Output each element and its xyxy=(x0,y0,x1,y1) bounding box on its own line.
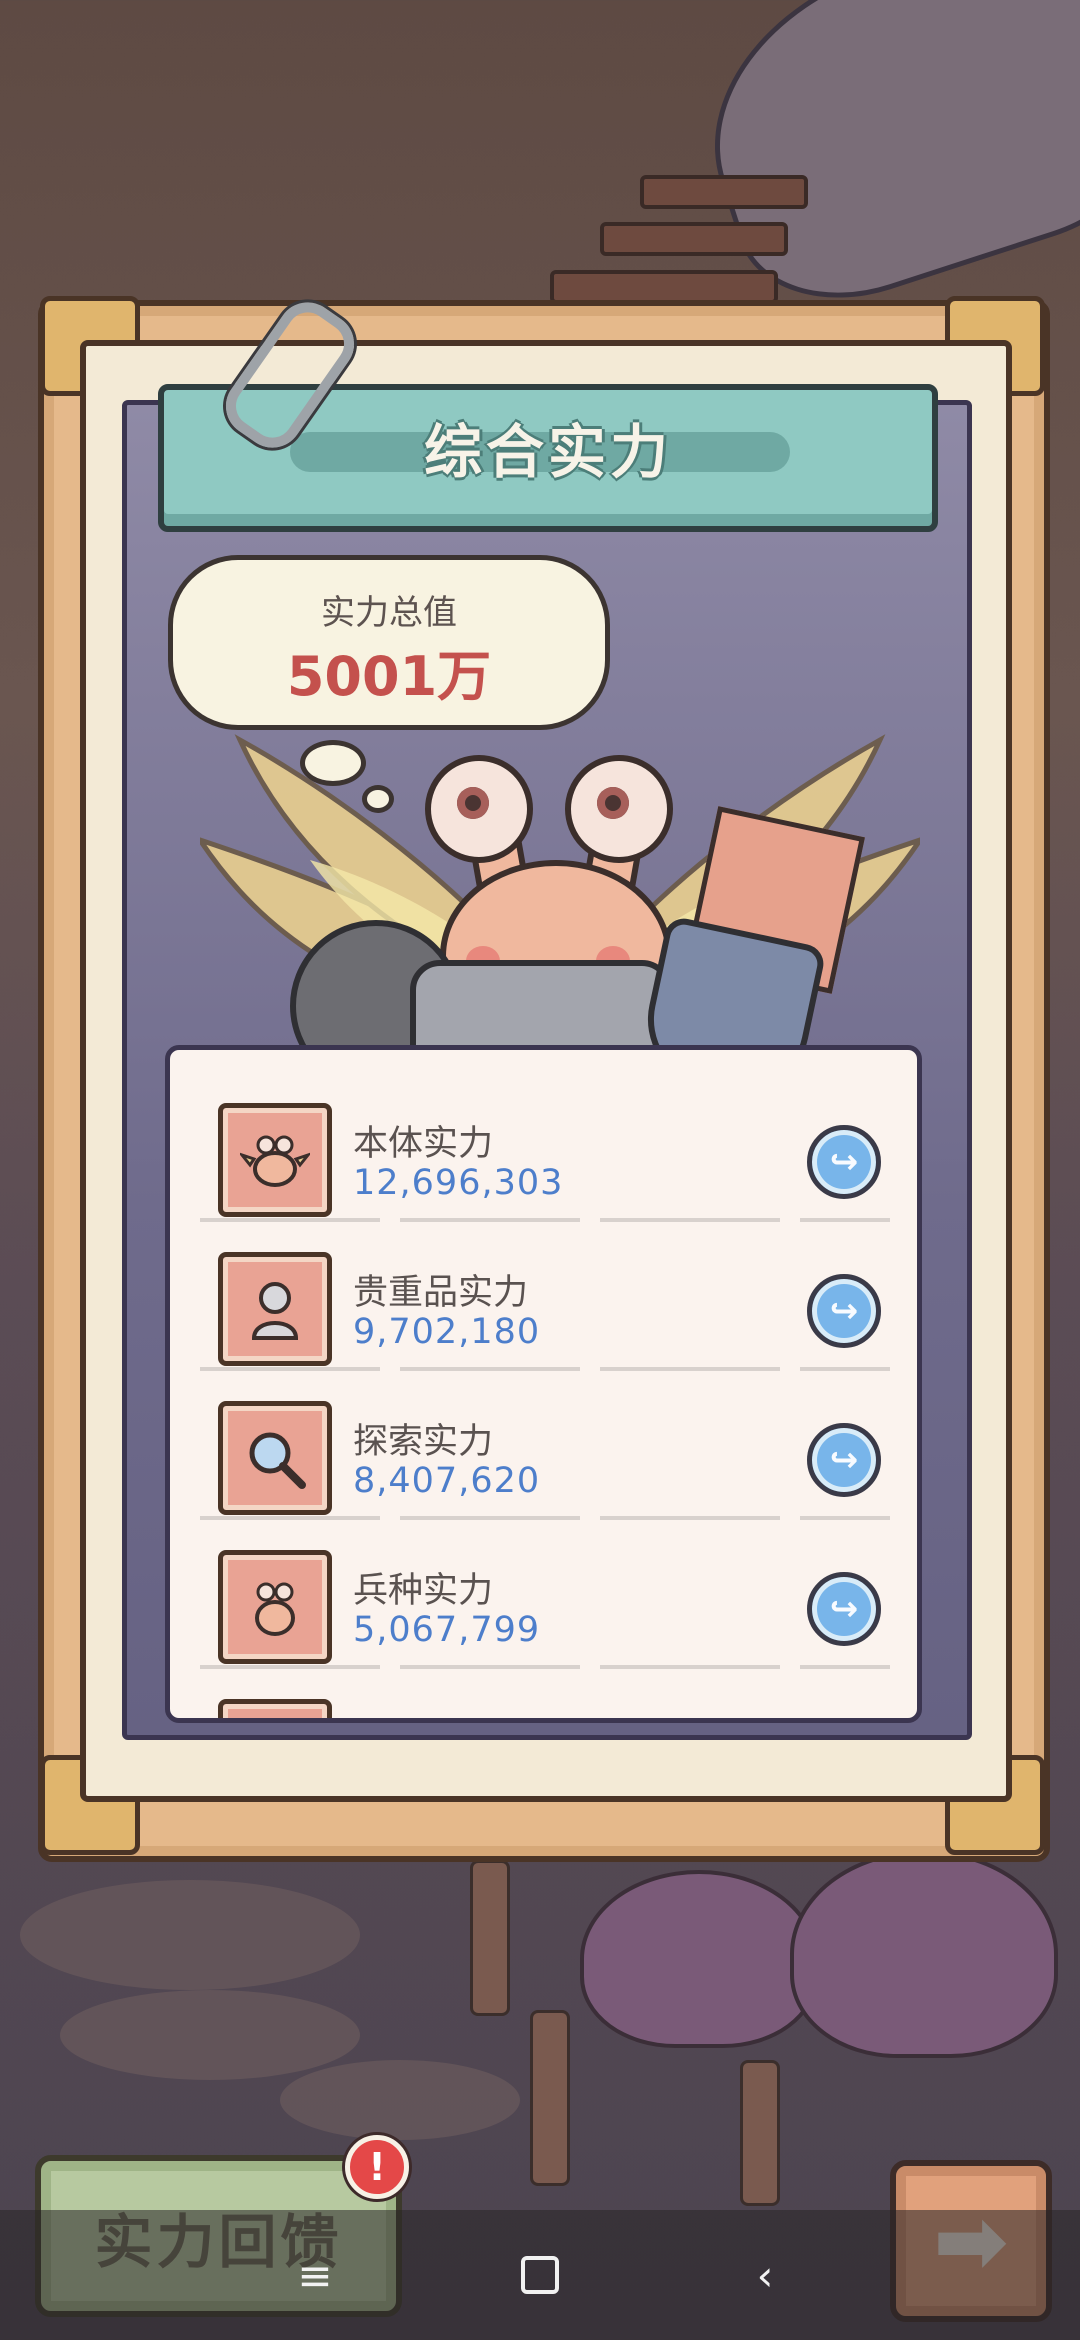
troop-snail-icon xyxy=(218,1550,332,1664)
thought-dot xyxy=(362,785,394,813)
menu-icon[interactable]: ≡ xyxy=(285,2245,345,2305)
snail-eye xyxy=(425,755,533,863)
home-square-icon[interactable] xyxy=(510,2245,570,2305)
stat-label: 兵种实力 xyxy=(353,1571,494,1611)
share-button[interactable]: ↪ xyxy=(807,1423,881,1497)
share-arrow-icon: ↪ xyxy=(829,1291,859,1331)
list-item: 兵种实力 5,067,799 ↪ xyxy=(170,1520,917,1669)
partial-item-icon xyxy=(218,1699,332,1718)
list-item: 贵重品实力 9,702,180 ↪ xyxy=(170,1222,917,1371)
background-rock xyxy=(20,1880,360,1990)
stats-list[interactable]: 本体实力 12,696,303 ↪ 贵重品实力 9,702,180 ↪ 探索实力… xyxy=(165,1045,922,1723)
background-fence-post xyxy=(470,1860,510,2016)
share-button[interactable]: ↪ xyxy=(807,1274,881,1348)
stat-value: 5,067,799 xyxy=(353,1610,541,1650)
background-fence-post xyxy=(740,2060,780,2206)
background-plank xyxy=(550,270,778,304)
list-item-partial xyxy=(170,1669,917,1718)
stat-value: 8,407,620 xyxy=(353,1461,541,1501)
winged-snail-icon xyxy=(218,1103,332,1217)
magnifier-icon xyxy=(218,1401,332,1515)
background-mushroom xyxy=(790,1850,1058,2058)
background-plank xyxy=(640,175,808,209)
stat-label: 探索实力 xyxy=(353,1422,494,1462)
background-fence-post xyxy=(530,2010,570,2186)
background-plank xyxy=(600,222,788,256)
share-arrow-icon: ↪ xyxy=(829,1142,859,1182)
bust-statue-icon xyxy=(218,1252,332,1366)
stat-value: 9,702,180 xyxy=(353,1312,541,1352)
stat-value: 12,696,303 xyxy=(353,1163,564,1203)
background-mushroom xyxy=(580,1870,818,2048)
list-item: 本体实力 12,696,303 ↪ xyxy=(170,1073,917,1222)
total-power-label: 实力总值 xyxy=(321,593,457,633)
share-arrow-icon: ↪ xyxy=(829,1440,859,1480)
share-arrow-icon: ↪ xyxy=(829,1589,859,1629)
back-chevron-icon[interactable]: ‹ xyxy=(735,2245,795,2305)
thought-dot xyxy=(300,740,366,786)
background-rock xyxy=(60,1990,360,2080)
stat-label: 本体实力 xyxy=(353,1124,494,1164)
stat-label: 贵重品实力 xyxy=(353,1273,529,1313)
list-item: 探索实力 8,407,620 ↪ xyxy=(170,1371,917,1520)
share-button[interactable]: ↪ xyxy=(807,1572,881,1646)
alert-badge-icon: ! xyxy=(345,2135,409,2199)
snail-eye xyxy=(565,755,673,863)
share-button[interactable]: ↪ xyxy=(807,1125,881,1199)
total-power-value: 5001万 xyxy=(286,645,492,708)
background-rock xyxy=(280,2060,520,2140)
